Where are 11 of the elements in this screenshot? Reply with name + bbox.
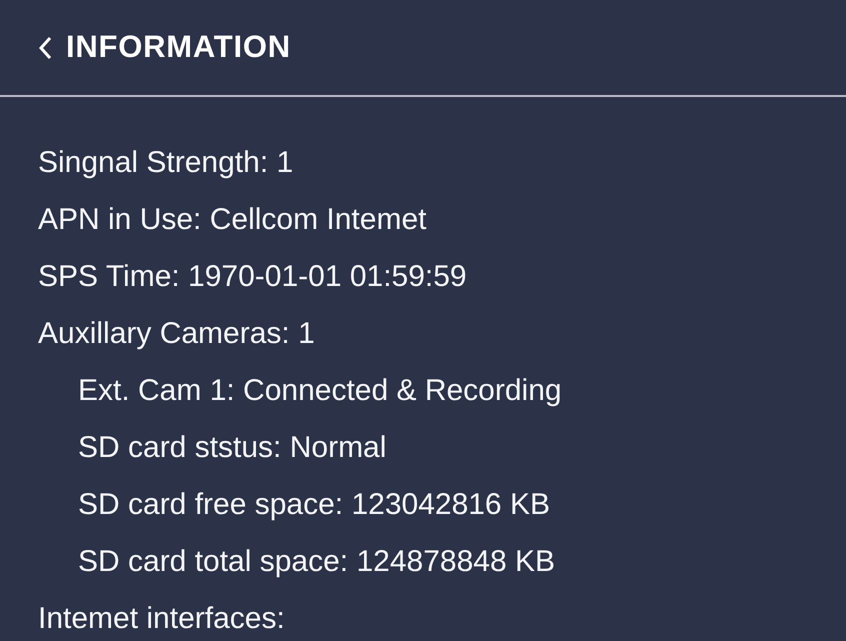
back-icon[interactable] bbox=[38, 36, 52, 60]
info-line: SD card total space: 124878848 KB bbox=[78, 544, 555, 580]
page-title: INFORMATION bbox=[66, 28, 291, 66]
info-line: APN in Use: Cellcom Intemet bbox=[38, 202, 426, 238]
info-line: SD card free space: 123042816 KB bbox=[78, 486, 550, 522]
info-line: Ext. Cam 1: Connected & Recording bbox=[78, 372, 562, 408]
info-line: SPS Time: 1970-01-01 01:59:59 bbox=[38, 258, 467, 294]
info-line: SD card ststus: Normal bbox=[78, 430, 386, 466]
info-line: Intemet interfaces: bbox=[38, 600, 285, 636]
info-line: Singnal Strength: 1 bbox=[38, 144, 294, 180]
info-line: Auxillary Cameras: 1 bbox=[38, 316, 315, 352]
